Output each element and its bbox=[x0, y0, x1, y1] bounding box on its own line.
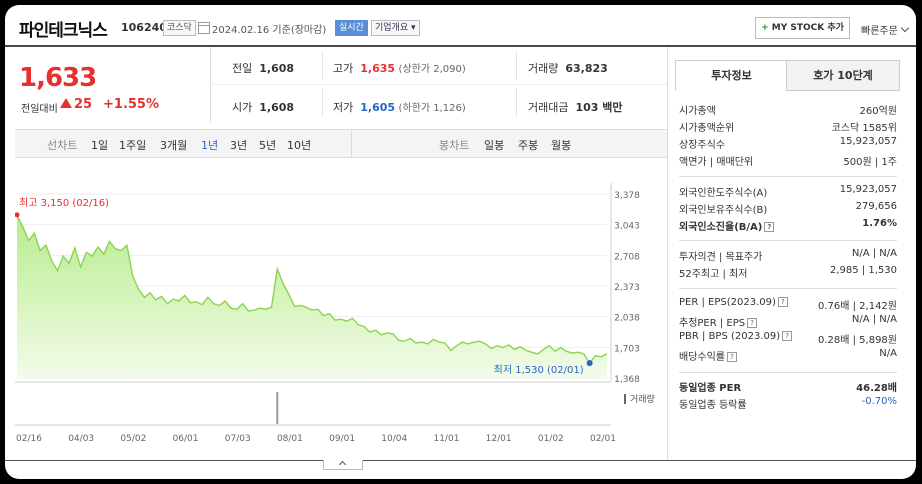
x-tick-label: 10/04 bbox=[381, 434, 407, 444]
my-stock-add-button[interactable]: + MY STOCK 추가 bbox=[755, 17, 850, 39]
candle-chart-label: 봉차트 bbox=[439, 139, 470, 152]
y-tick-label: 3,043 bbox=[614, 222, 640, 232]
period-5y[interactable]: 5년 bbox=[259, 137, 276, 153]
stock-panel: 파인테크닉스 106240 코스닥 2024.02.16 기준(장마감) 실시간… bbox=[5, 5, 916, 479]
y-tick-label: 2,708 bbox=[614, 252, 640, 262]
52week-row: 52주최고 | 최저 2,985 | 1,530 bbox=[679, 265, 897, 280]
x-tick-label: 12/01 bbox=[486, 434, 512, 444]
open-price: 시가 1,608 bbox=[232, 101, 295, 114]
stock-header: 파인테크닉스 106240 코스닥 2024.02.16 기준(장마감) 실시간… bbox=[5, 5, 916, 47]
y-tick-label: 2,373 bbox=[614, 283, 640, 293]
help-icon: ? bbox=[747, 318, 758, 328]
x-tick-label: 04/03 bbox=[68, 434, 94, 444]
low-annotation: 최저 1,530 (02/01) bbox=[494, 364, 584, 376]
company-overview-label: 기업개요 bbox=[375, 23, 409, 33]
chevron-down-icon: ▾ bbox=[411, 23, 416, 33]
stock-name[interactable]: 파인테크닉스 bbox=[19, 16, 108, 41]
x-tick-label: 08/01 bbox=[277, 434, 303, 444]
calendar-icon bbox=[198, 22, 210, 34]
line-chart-label: 선차트 bbox=[47, 139, 78, 152]
tab-investment-info[interactable]: 투자정보 bbox=[675, 60, 788, 91]
period-1y[interactable]: 1년 bbox=[201, 137, 218, 153]
prev-close: 전일 1,608 bbox=[232, 62, 295, 75]
y-tick-label: 3,378 bbox=[614, 191, 640, 201]
company-overview-dropdown[interactable]: 기업개요 ▾ bbox=[371, 20, 420, 36]
x-tick-label: 01/02 bbox=[538, 434, 564, 444]
volume-legend: 거래량 bbox=[630, 393, 655, 405]
info-tabs: 투자정보 호가 10단계 bbox=[675, 60, 901, 91]
low-marker bbox=[586, 360, 593, 367]
high-price: 고가 1,635 (상한가 2,090) bbox=[333, 62, 466, 75]
collapse-toggle[interactable] bbox=[323, 460, 363, 470]
market-badge: 코스닥 bbox=[163, 20, 196, 36]
sector-per-row: 동일업종 PER 46.28배 bbox=[679, 383, 897, 394]
price-summary: 1,633 전일대비 25 +1.55% bbox=[5, 47, 211, 122]
x-tick-label: 02/01 bbox=[590, 434, 616, 444]
candle-daily[interactable]: 일봉 bbox=[484, 137, 504, 153]
pbr-row: PBR | BPS (2023.09)? 0.28배 | 5,898원 bbox=[679, 331, 897, 346]
plus-icon: + bbox=[761, 23, 769, 33]
foreign-holding-row: 외국인보유주식수(B) 279,656 bbox=[679, 201, 897, 216]
current-price: 1,633 bbox=[19, 63, 97, 93]
change-label: 전일대비 bbox=[21, 104, 58, 115]
trade-value: 거래대금 103 백만 bbox=[528, 101, 623, 114]
change-percent: +1.55% bbox=[103, 97, 159, 112]
x-tick-label: 05/02 bbox=[120, 434, 146, 444]
change-amount: 25 bbox=[60, 97, 92, 112]
tab-order-book[interactable]: 호가 10단계 bbox=[786, 60, 900, 91]
foreign-limit-row: 외국인한도주식수(A) 15,923,057 bbox=[679, 184, 897, 199]
foreign-ratio-row: 외국인소진율(B/A)? 1.76% bbox=[679, 218, 897, 233]
realtime-button[interactable]: 실시간 bbox=[335, 20, 368, 36]
help-icon: ? bbox=[782, 331, 793, 341]
help-icon: ? bbox=[777, 297, 788, 307]
period-3m[interactable]: 3개월 bbox=[160, 137, 187, 153]
help-icon: ? bbox=[727, 352, 737, 362]
x-tick-label: 11/01 bbox=[433, 434, 459, 444]
low-price: 저가 1,605 (하한가 1,126) bbox=[333, 101, 466, 114]
est-per-row: 추정PER | EPS? N/A | N/A bbox=[679, 314, 897, 329]
per-row: PER | EPS(2023.09)? 0.76배 | 2,142원 bbox=[679, 297, 897, 312]
stock-code: 106240 bbox=[121, 21, 167, 34]
volume-spike bbox=[276, 392, 279, 424]
period-3y[interactable]: 3년 bbox=[230, 137, 247, 153]
period-1d[interactable]: 1일 bbox=[91, 137, 108, 153]
x-tick-label: 09/01 bbox=[329, 434, 355, 444]
price-chart[interactable]: 3,378 3,043 2,708 2,373 2,038 1,703 1,368 최고 3,… bbox=[15, 175, 667, 447]
period-10y[interactable]: 10년 bbox=[287, 137, 311, 153]
high-annotation: 최고 3,150 (02/16) bbox=[19, 197, 109, 209]
dividend-row: 배당수익률? N/A bbox=[679, 348, 897, 363]
candle-weekly[interactable]: 주봉 bbox=[518, 137, 538, 153]
market-cap-row: 시가총액 260억원 bbox=[679, 106, 897, 117]
x-tick-label: 02/16 bbox=[16, 434, 42, 444]
my-stock-label: MY STOCK 추가 bbox=[771, 23, 844, 33]
volume: 거래량 63,823 bbox=[528, 62, 608, 75]
x-tick-label: 07/03 bbox=[225, 434, 251, 444]
candle-monthly[interactable]: 월봉 bbox=[551, 137, 571, 153]
x-tick-label: 06/01 bbox=[173, 434, 199, 444]
as-of-date: 2024.02.16 기준(장마감) bbox=[212, 25, 327, 36]
sector-change-row: 동일업종 등락률 -0.70% bbox=[679, 396, 897, 411]
period-1w[interactable]: 1주일 bbox=[119, 137, 146, 153]
period-toolbar: 선차트 1일 1주일 3개월 1년 3년 5년 10년 봉차트 일봉 주봉 월봉 bbox=[15, 129, 667, 158]
y-tick-label: 1,368 bbox=[614, 375, 640, 385]
par-value-row: 액면가 | 매매단위 500원 | 1주 bbox=[679, 157, 897, 168]
volume-legend-bar bbox=[624, 394, 626, 404]
y-tick-label: 1,703 bbox=[614, 344, 640, 354]
listed-shares-row: 상장주식수 15,923,057 bbox=[679, 136, 897, 151]
opinion-row: 투자의견 | 목표주가 N/A | N/A bbox=[679, 248, 897, 263]
quick-order-button[interactable]: 빠른주문 bbox=[861, 22, 908, 37]
help-icon: ? bbox=[764, 222, 775, 232]
y-tick-label: 2,038 bbox=[614, 314, 640, 324]
cap-rank-row: 시가총액순위 코스닥 1585위 bbox=[679, 123, 897, 134]
quote-grid: 전일 1,608 고가 1,635 (상한가 2,090) 거래량 63,823… bbox=[210, 47, 667, 122]
